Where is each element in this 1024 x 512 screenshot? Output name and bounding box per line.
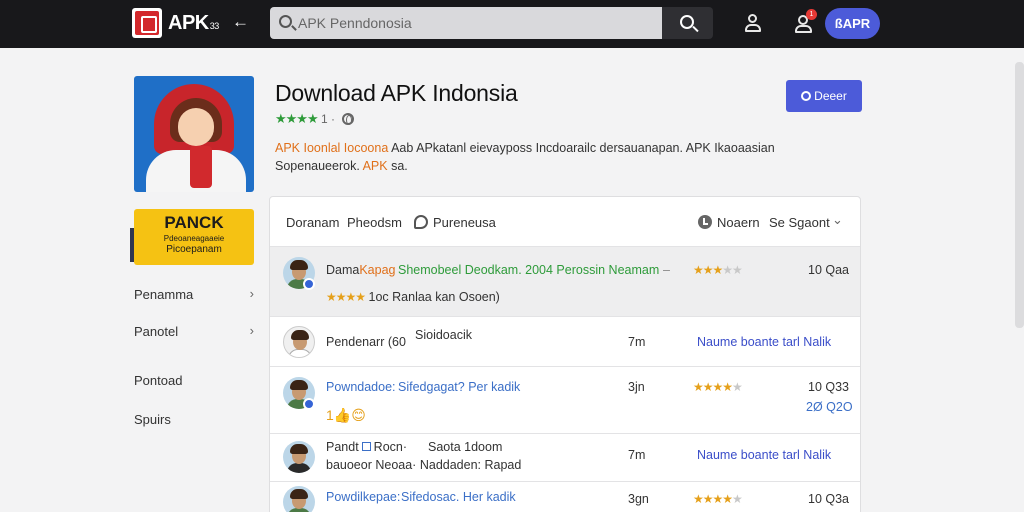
row-author: Pendenarr (60 (326, 335, 406, 349)
row-subline: bauoeor Neoaa· Naddaden: Rapad (326, 458, 522, 472)
download-button[interactable]: Deeer (786, 80, 862, 112)
row-author: Powdilkepae: (326, 490, 401, 504)
row-extra: 2Ø Q2O (806, 400, 853, 414)
verified-icon (303, 278, 315, 290)
row-link[interactable]: Naume boante tarl Nalik (697, 335, 831, 349)
user-apk-button[interactable]: ßAPR (825, 8, 880, 39)
scrollbar[interactable] (1015, 62, 1024, 328)
row-rating: ★★★★★ (693, 380, 743, 394)
row-size: 10 Q3a (808, 492, 850, 506)
clock-icon (698, 215, 712, 229)
promo-line: Pdeoaneagaaeie (163, 234, 225, 243)
row-size: 10 Qaa (808, 263, 850, 277)
globe-icon (342, 113, 355, 125)
row-title[interactable]: Sifedosac. Her kadik (401, 490, 516, 504)
brand-name[interactable]: APK33 (168, 12, 219, 35)
chevron-right-icon: › (249, 323, 254, 338)
tab-doranam[interactable]: Doranam (286, 215, 339, 230)
search-icon (680, 15, 694, 29)
app-rating: ★★★★ 1 · (275, 111, 355, 126)
chat-icon (414, 215, 428, 229)
row-link[interactable]: Naume boante tarl Nalik (697, 448, 831, 462)
box-icon (361, 442, 371, 451)
row-author: DamaKapag (326, 263, 396, 277)
row-time: 7m (628, 335, 646, 349)
row-author: Pandt Rocn· (326, 440, 408, 454)
apk-logo-icon[interactable] (132, 8, 162, 38)
verified-icon (303, 398, 315, 410)
table-row[interactable]: Powndadoe: Sifedgagat? Per kadik 1👍😊 3jn… (270, 367, 860, 434)
panel-header: Doranam Pheodsm Pureneusa Noaern Se Sgao… (270, 197, 860, 247)
sidebar-item[interactable]: Penamma › (134, 286, 256, 307)
row-reactions: 1👍😊 (326, 407, 366, 423)
chevron-down-icon[interactable]: ⌄ (832, 212, 843, 228)
search-bar[interactable] (270, 7, 662, 39)
row-author: Powndadoe: (326, 380, 396, 394)
table-row[interactable]: Pendenarr (60 Sioidoacik 7m Naume boante… (270, 317, 860, 367)
search-button[interactable] (662, 7, 713, 39)
row-time: 3gn (628, 492, 649, 506)
tab-pureneusa[interactable]: Pureneusa (433, 215, 496, 230)
row-rating: ★★★★★ (693, 263, 743, 277)
row-dash: – (663, 263, 670, 277)
row-size: 10 Q33 (808, 380, 850, 394)
table-row[interactable]: DamaKapag Shemobeel Deodkam. 2004 Peross… (270, 247, 860, 317)
avatar (283, 486, 315, 512)
promo-title: PANCK (164, 213, 224, 232)
app-description: APK Ioonlal Iocoona Aab APkatanl eievayp… (275, 141, 775, 173)
rating-stars: ★★★★ (275, 111, 319, 126)
avatar (283, 326, 315, 358)
back-arrow-icon[interactable]: ← (232, 12, 250, 34)
sort-selector[interactable]: Se Sgaont (769, 215, 830, 230)
search-icon (279, 15, 292, 28)
sidebar-item[interactable]: Pontoad (134, 373, 256, 393)
promo-line: Picoepanam (166, 244, 222, 255)
row-rating: ★★★★★ (693, 492, 743, 506)
top-bar: APK33 ← 1 ßAPR (0, 0, 1024, 48)
table-row[interactable]: Powdilkepae: Sifedosac. Her kadik 3gn ★★… (270, 482, 860, 512)
account-icon[interactable] (744, 14, 762, 34)
sidebar-item[interactable]: Panotel › (134, 323, 256, 344)
app-icon-image (134, 76, 254, 192)
app-title: Download APK Indonsia (275, 80, 518, 106)
sidebar-item[interactable]: Spuirs (134, 412, 256, 432)
row-time: 7m (628, 448, 646, 462)
row-title[interactable]: Sifedgagat? Per kadik (398, 380, 520, 394)
avatar (283, 441, 315, 473)
row-title[interactable]: Shemobeel Deodkam. 2004 Perossin Neamam (398, 263, 659, 277)
row-time: 3jn (628, 380, 645, 394)
table-row[interactable]: Pandt Rocn· Saota 1doom bauoeor Neoaa· Na… (270, 434, 860, 482)
sort-noaern[interactable]: Noaern (717, 215, 760, 230)
search-input[interactable] (298, 7, 648, 39)
row-title[interactable]: Saota 1doom (428, 440, 502, 454)
tab-pheodsm[interactable]: Pheodsm (347, 215, 402, 230)
row-title[interactable]: Sioidoacik (415, 328, 472, 342)
chevron-right-icon: › (249, 286, 254, 301)
download-icon (801, 91, 812, 101)
promo-banner[interactable]: PANCK Pdeoaneagaaeie Picoepanam (134, 209, 254, 265)
row-subline: ★★★★ 1oc Ranlaa kan Osoen) (326, 290, 500, 304)
reviews-panel: Doranam Pheodsm Pureneusa Noaern Se Sgao… (269, 196, 861, 512)
notification-badge: 1 (806, 9, 817, 20)
rating-text: 1 · (320, 112, 335, 126)
